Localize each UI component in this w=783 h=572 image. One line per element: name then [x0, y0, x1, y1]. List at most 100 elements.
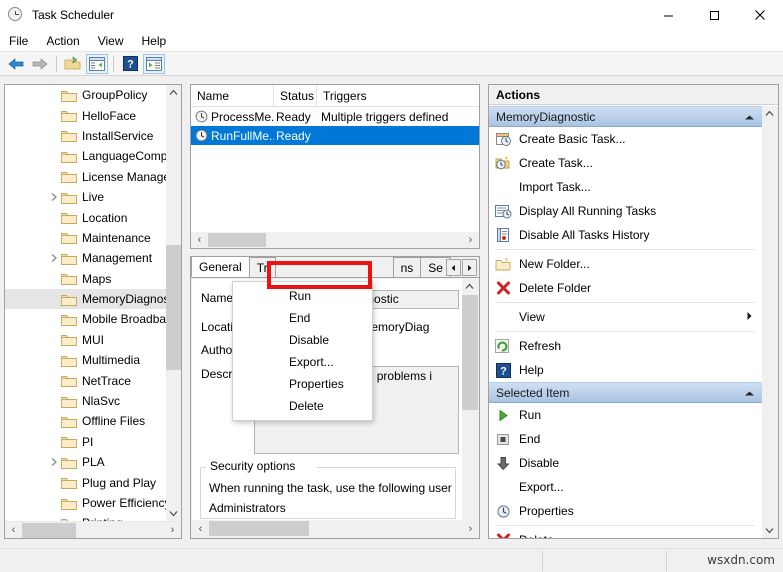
tree-item-license-manager[interactable]: License Manager — [5, 167, 168, 187]
action-item-view[interactable]: View — [489, 305, 763, 329]
tree-item-offline-files[interactable]: Offline Files — [5, 411, 168, 431]
tree-scroll-up-icon[interactable] — [166, 85, 181, 100]
show-hide-tree-icon[interactable] — [62, 54, 84, 74]
tree-item-maps[interactable]: Maps — [5, 269, 168, 289]
action-item-display-all-running-tasks[interactable]: Display All Running Tasks — [489, 199, 763, 223]
action-item-delete-folder[interactable]: Delete Folder — [489, 276, 763, 300]
actions-group-header-selected-item[interactable]: Selected Item — [489, 382, 763, 403]
action-item-delete[interactable]: Delete — [489, 528, 763, 538]
column-header-name[interactable]: Name — [191, 85, 274, 107]
tree-horizontal-scrollbar[interactable]: ‹ › — [5, 521, 181, 538]
tree-item-multimedia[interactable]: Multimedia — [5, 350, 168, 370]
action-item-help[interactable]: ? Help — [489, 358, 763, 382]
tree-item-location[interactable]: Location — [5, 207, 168, 227]
tab-scroll-right-icon[interactable] — [462, 259, 477, 276]
tree-item-grouppolicy[interactable]: GroupPolicy — [5, 85, 168, 105]
close-button[interactable] — [737, 0, 783, 30]
chevron-up-icon[interactable] — [744, 110, 755, 124]
tree-scroll-down-icon[interactable] — [166, 506, 181, 521]
tree-item-nlasvc[interactable]: NlaSvc — [5, 391, 168, 411]
tree-item-mui[interactable]: MUI — [5, 330, 168, 350]
tree-item-memorydiagnostic[interactable]: MemoryDiagnostic — [5, 288, 168, 310]
menu-file[interactable]: File — [0, 32, 37, 50]
context-menu-item-properties[interactable]: Properties — [233, 373, 372, 395]
action-item-run[interactable]: Run — [489, 403, 763, 427]
column-header-triggers[interactable]: Triggers — [317, 85, 479, 107]
details-scroll-up-icon[interactable] — [462, 279, 477, 294]
details-scroll-right-icon[interactable]: › — [462, 520, 479, 537]
actions-list[interactable]: MemoryDiagnostic Create Basic Task... Crea… — [489, 106, 763, 538]
tree-item-helloface[interactable]: HelloFace — [5, 105, 168, 125]
tab-triggers[interactable]: Tr — [248, 257, 276, 277]
context-menu-item-end[interactable]: End — [233, 307, 372, 329]
actions-group-header-memorydiagnostic[interactable]: MemoryDiagnostic — [489, 106, 763, 127]
tree-item-languagecomponen[interactable]: LanguageComponen — [5, 146, 168, 166]
details-vertical-scrollbar[interactable] — [462, 279, 478, 521]
context-menu-item-run[interactable]: Run — [233, 285, 372, 307]
action-item-disable-all-tasks-history[interactable]: Disable All Tasks History — [489, 223, 763, 247]
forward-arrow-icon[interactable] — [29, 54, 51, 74]
tree-item-installservice[interactable]: InstallService — [5, 126, 168, 146]
context-menu-item-delete[interactable]: Delete — [233, 395, 372, 417]
chevron-up-icon[interactable] — [744, 386, 755, 400]
tree-item-mobile-broadband[interactable]: Mobile Broadband — [5, 309, 168, 329]
menu-action[interactable]: Action — [37, 32, 88, 50]
table-row[interactable]: ProcessMe...Ready Multiple triggers defin… — [191, 107, 479, 126]
tree-hscrollbar-thumb[interactable] — [22, 523, 76, 538]
minimize-button[interactable] — [645, 0, 691, 30]
tree-item-pla[interactable]: PLA — [5, 452, 168, 472]
task-rows[interactable]: ProcessMe...Ready Multiple triggers defin… — [191, 107, 479, 145]
details-horizontal-scrollbar[interactable]: ‹ › — [192, 520, 479, 537]
task-context-menu[interactable]: Run End Disable Export... Properties Delete — [232, 281, 373, 421]
details-scroll-left-icon[interactable]: ‹ — [192, 520, 209, 537]
actions-vertical-scrollbar[interactable] — [762, 106, 778, 538]
context-menu-item-export[interactable]: Export... — [233, 351, 372, 373]
chevron-right-icon[interactable] — [49, 192, 59, 202]
action-item-end[interactable]: End — [489, 427, 763, 451]
tab-general[interactable]: General — [191, 256, 250, 277]
tasklist-scroll-left-icon[interactable]: ‹ — [191, 232, 208, 248]
tree-item-pi[interactable]: PI — [5, 432, 168, 452]
action-item-properties[interactable]: Properties — [489, 499, 763, 523]
action-item-create-basic-task[interactable]: Create Basic Task... — [489, 127, 763, 151]
maximize-button[interactable] — [691, 0, 737, 30]
tree-scroll-left-icon[interactable]: ‹ — [5, 522, 22, 538]
tab-scroll-left-icon[interactable] — [446, 259, 461, 276]
action-item-refresh[interactable]: Refresh — [489, 334, 763, 358]
tree-item-management[interactable]: Management — [5, 248, 168, 268]
tree-item-nettrace[interactable]: NetTrace — [5, 370, 168, 390]
show-action-pane-icon[interactable] — [143, 53, 165, 74]
menu-view[interactable]: View — [89, 32, 133, 50]
action-item-disable[interactable]: Disable — [489, 451, 763, 475]
properties-window-icon[interactable] — [86, 53, 108, 74]
actions-scroll-down-icon[interactable] — [762, 523, 777, 538]
chevron-right-icon[interactable] — [49, 253, 59, 263]
tree-item-live[interactable]: Live — [5, 187, 168, 207]
table-row[interactable]: RunFullMe... Ready — [191, 126, 479, 145]
context-menu-item-disable[interactable]: Disable — [233, 329, 372, 351]
details-hscrollbar-thumb[interactable] — [209, 521, 309, 536]
tree-item-maintenance[interactable]: Maintenance — [5, 228, 168, 248]
action-item-export[interactable]: Export... — [489, 475, 763, 499]
back-arrow-icon[interactable] — [5, 54, 27, 74]
action-item-import-task[interactable]: Import Task... — [489, 175, 763, 199]
menu-help[interactable]: Help — [133, 32, 176, 50]
column-header-status[interactable]: Status — [274, 85, 317, 107]
tree-vertical-scrollbar[interactable] — [166, 85, 181, 521]
tasklist-hscrollbar-thumb[interactable] — [208, 233, 266, 247]
action-item-create-task[interactable]: Create Task... — [489, 151, 763, 175]
tree-item-printing[interactable]: Printing — [5, 513, 168, 521]
submenu-arrow-icon[interactable] — [746, 310, 753, 324]
tree-scroll-right-icon[interactable]: › — [164, 522, 181, 538]
tree-scrollbar-thumb[interactable] — [166, 245, 181, 370]
actions-scroll-up-icon[interactable] — [762, 106, 777, 121]
tasklist-scroll-right-icon[interactable]: › — [462, 232, 479, 248]
tasklist-horizontal-scrollbar[interactable]: ‹ › — [191, 232, 479, 248]
chevron-right-icon[interactable] — [49, 457, 59, 467]
help-icon[interactable]: ? — [119, 54, 141, 74]
tab-conditions[interactable]: ns — [392, 257, 422, 277]
action-item-new-folder[interactable]: New Folder... — [489, 252, 763, 276]
details-vscrollbar-thumb[interactable] — [462, 295, 478, 410]
tree-item-power-efficiency[interactable]: Power Efficiency — [5, 493, 168, 513]
tree-item-plug-and-play[interactable]: Plug and Play — [5, 472, 168, 492]
